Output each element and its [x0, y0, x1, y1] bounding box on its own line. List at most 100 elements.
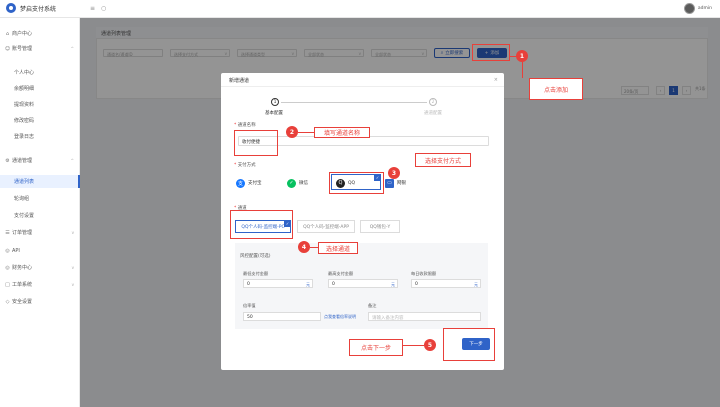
annotation-badge-1: 1	[516, 50, 528, 62]
rate-value: 50	[247, 314, 253, 320]
menu-toggle-icon[interactable]: ≡	[90, 5, 95, 12]
shield-icon: ◇	[5, 298, 10, 305]
sidebar-item-label: 支付设置	[14, 213, 35, 219]
remark-placeholder: 请输入备注内容	[372, 315, 404, 321]
annotation-badge-3: 3	[388, 167, 400, 179]
pay-option-alipay[interactable]: 支 支付宝	[236, 176, 262, 190]
sidebar: ⌂ 商户中心 ☺ 账号管理 ^ 个人中心 余额明细 提现资料 修改密码 登录日志 ⚙ 通…	[0, 18, 80, 407]
mouse-cursor-icon	[0, 349, 4, 354]
sidebar-item-balance[interactable]: 余额明细	[0, 82, 80, 95]
sidebar-item-api[interactable]: ◎ API	[0, 244, 80, 257]
rate-input[interactable]: 50	[243, 312, 321, 321]
api-icon: ◎	[5, 247, 10, 254]
annotation-connector	[403, 345, 424, 346]
risk-config-panel: 风控配置(可选) 最低支付金额 0元 最高支付金额 0元 每日收款限额 0元 倍…	[235, 243, 488, 329]
sidebar-item-label: 轮询组	[14, 196, 30, 202]
sidebar-item-label: 通道列表	[14, 179, 35, 185]
annotation-connector	[298, 132, 314, 133]
unit-label: 元	[306, 281, 310, 287]
sidebar-item-login-log[interactable]: 登录日志	[0, 130, 80, 143]
rate-label: 倍率值	[243, 303, 256, 308]
app-logo[interactable]: 梦启支付系统	[6, 3, 56, 13]
channel-option-app[interactable]: QQ个人码-监控端-APP	[297, 220, 355, 233]
rate-help-link[interactable]: 点我查看倍率说明	[324, 314, 356, 320]
wechat-icon: ✓	[287, 178, 296, 188]
name-label-text: 通道名称	[237, 123, 256, 128]
refresh-icon[interactable]: ○	[101, 5, 106, 12]
daily-limit-input[interactable]: 0元	[411, 279, 481, 288]
channel-icon: ⚙	[5, 157, 10, 164]
max-amount-label: 最高支付金额	[328, 271, 354, 276]
step-1-label: 基本配置	[265, 111, 283, 116]
step-2-indicator: 2	[429, 98, 437, 106]
close-icon[interactable]: ×	[494, 77, 498, 83]
sidebar-item-finance[interactable]: ◎ 财务中心 v	[0, 261, 80, 274]
finance-icon: ◎	[5, 264, 10, 271]
channel-option-label: QQ个人码-监控端-APP	[303, 224, 349, 230]
min-amount-input[interactable]: 0元	[243, 279, 313, 288]
chevron-up-icon: ^	[70, 158, 74, 163]
logo-icon	[6, 3, 16, 13]
ticket-icon: □	[5, 281, 10, 288]
sidebar-item-label: API	[12, 247, 20, 254]
home-icon: ⌂	[5, 30, 10, 37]
sidebar-item-tickets[interactable]: □ 工单系统 v	[0, 278, 80, 291]
sidebar-item-label: 个人中心	[14, 70, 35, 76]
sidebar-item-label: 安全设置	[12, 299, 33, 305]
pay-option-label: 微信	[299, 181, 308, 186]
pay-method-label-text: 支付方式	[237, 163, 256, 168]
sidebar-item-channel-list[interactable]: 通道列表	[0, 175, 80, 188]
divider	[221, 86, 504, 87]
sidebar-item-label: 修改密码	[14, 118, 35, 124]
sidebar-item-polling-group[interactable]: 轮询组	[0, 192, 80, 205]
remark-label: 备注	[368, 303, 377, 308]
min-amount-label: 最低支付金额	[243, 271, 269, 276]
sidebar-item-label: 商户中心	[12, 31, 33, 37]
modal-title: 新增通道	[229, 78, 250, 84]
sidebar-item-label: 登录日志	[14, 134, 35, 140]
top-bar: 梦启支付系统 ≡ ○ admin	[0, 0, 720, 18]
sidebar-item-pay-settings[interactable]: 支付设置	[0, 209, 80, 222]
sidebar-item-orders[interactable]: ☰ 订单管理 v	[0, 226, 80, 239]
user-menu[interactable]: admin	[683, 3, 712, 14]
sidebar-item-label: 财务中心	[12, 265, 33, 271]
name-label: * 通道名称	[234, 123, 256, 128]
annotation-callout-5: 点击下一步	[349, 339, 403, 356]
pay-option-label: 网银	[397, 181, 406, 186]
max-amount-input[interactable]: 0元	[328, 279, 398, 288]
sidebar-item-label: 账号管理	[12, 46, 33, 52]
sidebar-item-profile[interactable]: 个人中心	[0, 66, 80, 79]
annotation-callout-1: 点击添加	[529, 78, 583, 100]
username: admin	[697, 6, 712, 11]
pay-option-wechat[interactable]: ✓ 微信	[287, 176, 308, 190]
sidebar-item-withdraw-info[interactable]: 提现资料	[0, 98, 80, 111]
avatar	[683, 3, 695, 14]
sidebar-item-security[interactable]: ◇ 安全设置	[0, 295, 80, 308]
alipay-icon: 支	[236, 178, 245, 188]
daily-limit-value: 0	[415, 281, 418, 287]
unit-label: 元	[474, 281, 478, 287]
annotation-connector	[310, 247, 318, 248]
annotation-connector	[522, 62, 523, 78]
channel-option-qq-wallet[interactable]: QQ钱包-Y	[360, 220, 400, 233]
min-amount-value: 0	[247, 281, 250, 287]
bank-icon: ▭	[385, 178, 394, 188]
annotation-callout-4: 选择通道	[318, 242, 358, 254]
sidebar-item-account[interactable]: ☺ 账号管理 ^	[0, 42, 80, 55]
chevron-down-icon: v	[71, 282, 74, 287]
max-amount-value: 0	[332, 281, 335, 287]
sidebar-item-label: 通道管理	[12, 158, 33, 164]
highlight-add-button	[472, 44, 510, 61]
order-icon: ☰	[5, 229, 10, 236]
remark-input[interactable]: 请输入备注内容	[368, 312, 481, 321]
pay-option-label: 支付宝	[248, 181, 262, 186]
step-connector	[281, 102, 427, 103]
pay-method-label: * 支付方式	[234, 163, 256, 168]
step-1-indicator: 1	[271, 98, 279, 106]
chevron-down-icon: v	[71, 265, 74, 270]
app-title: 梦启支付系统	[20, 5, 57, 13]
sidebar-item-change-password[interactable]: 修改密码	[0, 114, 80, 127]
step-2-label: 通道配置	[424, 111, 442, 116]
sidebar-item-channel[interactable]: ⚙ 通道管理 ^	[0, 154, 80, 167]
sidebar-item-merchant-center[interactable]: ⌂ 商户中心	[0, 27, 80, 40]
